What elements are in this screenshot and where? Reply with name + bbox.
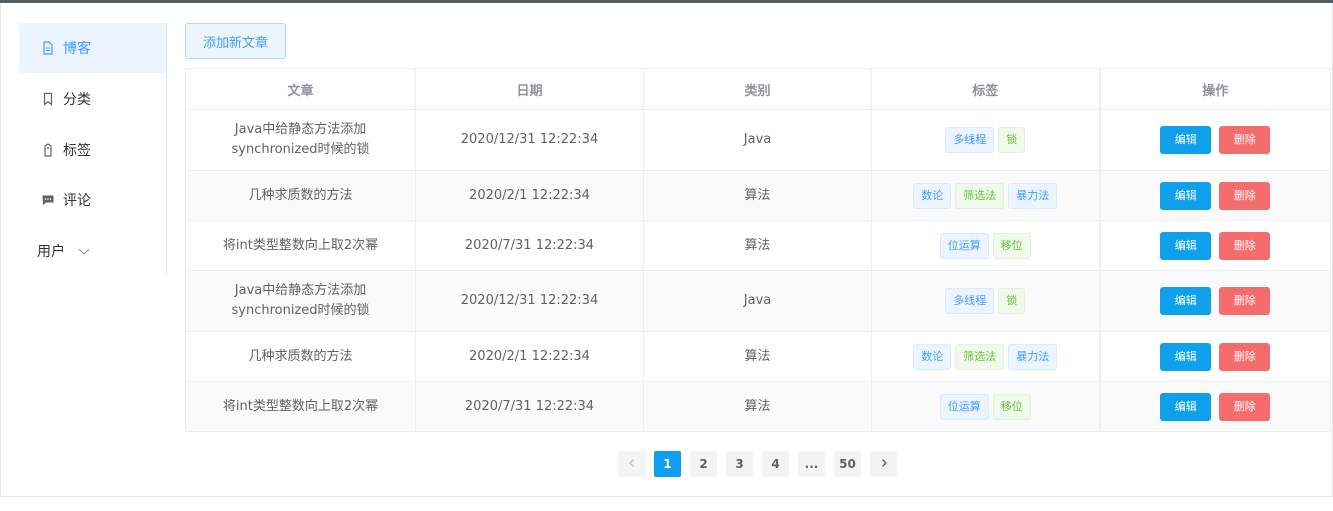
sidebar-item-label: 分类 bbox=[63, 92, 91, 108]
edit-button[interactable]: 编辑 bbox=[1160, 342, 1212, 371]
tag[interactable]: 暴力法 bbox=[1008, 182, 1058, 209]
sidebar: 博客 分类 标签 评论 用户 bbox=[19, 23, 167, 275]
article-tags: 数论 筛选法 暴力法 bbox=[871, 331, 1100, 382]
table-row: Java中给静态方法添加synchronized时候的锁 2020/12/31 … bbox=[185, 270, 1331, 332]
sidebar-item-category[interactable]: 分类 bbox=[19, 74, 166, 124]
tag[interactable]: 筛选法 bbox=[955, 343, 1005, 370]
article-tags: 位运算 移位 bbox=[871, 220, 1100, 271]
pagination: 1 2 3 4 ... 50 bbox=[618, 451, 906, 477]
page-ellipsis-button[interactable]: ... bbox=[798, 451, 825, 477]
article-category: Java bbox=[643, 270, 872, 332]
tag[interactable]: 筛选法 bbox=[955, 182, 1005, 209]
article-actions: 编辑 删除 bbox=[1098, 109, 1331, 171]
delete-button[interactable]: 删除 bbox=[1219, 342, 1271, 371]
column-header-category: 类别 bbox=[643, 68, 872, 110]
article-category: 算法 bbox=[643, 381, 872, 432]
sidebar-item-label: 评论 bbox=[63, 193, 91, 209]
article-tags: 多线程锁 bbox=[871, 270, 1100, 332]
article-actions: 编辑 删除 bbox=[1098, 220, 1331, 271]
chevron-left-icon bbox=[627, 457, 637, 471]
chat-icon bbox=[41, 193, 55, 207]
article-title: 几种求质数的方法 bbox=[185, 331, 416, 382]
tag[interactable]: 多线程 bbox=[945, 127, 995, 153]
tag[interactable]: 暴力法 bbox=[1008, 343, 1058, 370]
sidebar-item-comments[interactable]: 评论 bbox=[19, 175, 166, 225]
article-title: 几种求质数的方法 bbox=[185, 170, 416, 221]
table-row: 几种求质数的方法 2020/2/1 12:22:34 算法 数论 筛选法 暴力法 编… bbox=[185, 331, 1331, 382]
table-row: 将int类型整数向上取2次幂 2020/7/31 12:22:34 算法 位运算… bbox=[185, 220, 1331, 271]
sidebar-item-label: 标签 bbox=[63, 143, 91, 159]
column-header-date: 日期 bbox=[415, 68, 644, 110]
article-date: 2020/7/31 12:22:34 bbox=[415, 220, 644, 271]
tag[interactable]: 移位 bbox=[992, 232, 1031, 259]
edit-button[interactable]: 编辑 bbox=[1160, 181, 1212, 210]
article-actions: 编辑 删除 bbox=[1098, 381, 1331, 432]
article-date: 2020/2/1 12:22:34 bbox=[415, 331, 644, 382]
bookmark-icon bbox=[41, 92, 55, 106]
sidebar-item-label: 用户 bbox=[37, 244, 65, 260]
column-header-title: 文章 bbox=[185, 68, 416, 110]
article-date: 2020/12/31 12:22:34 bbox=[415, 270, 644, 332]
chevron-right-icon bbox=[879, 457, 889, 471]
page-button[interactable]: 50 bbox=[834, 451, 861, 477]
tag[interactable]: 数论 bbox=[913, 182, 952, 209]
page-button[interactable]: 1 bbox=[654, 451, 681, 477]
edit-button[interactable]: 编辑 bbox=[1160, 126, 1212, 154]
page-button[interactable]: 4 bbox=[762, 451, 789, 477]
table-row: 将int类型整数向上取2次幂 2020/7/31 12:22:34 算法 位运算… bbox=[185, 381, 1331, 432]
table-row: 几种求质数的方法 2020/2/1 12:22:34 算法 数论 筛选法 暴力法 编… bbox=[185, 170, 1331, 221]
add-article-button[interactable]: 添加新文章 bbox=[185, 23, 286, 59]
column-header-tags: 标签 bbox=[871, 68, 1100, 110]
price-tag-icon bbox=[41, 143, 55, 157]
article-actions: 编辑 删除 bbox=[1098, 170, 1331, 221]
sidebar-submenu-users[interactable]: 用户 bbox=[19, 226, 166, 276]
delete-button[interactable]: 删除 bbox=[1219, 392, 1271, 421]
article-actions: 编辑 删除 bbox=[1098, 331, 1331, 382]
tag[interactable]: 位运算 bbox=[939, 232, 989, 259]
table-header-row: 文章 日期 类别 标签 操作 bbox=[185, 68, 1331, 110]
prev-page-button[interactable] bbox=[618, 451, 645, 477]
delete-button[interactable]: 删除 bbox=[1219, 126, 1271, 154]
article-title: 将int类型整数向上取2次幂 bbox=[185, 220, 416, 271]
article-title: Java中给静态方法添加synchronized时候的锁 bbox=[185, 270, 416, 332]
sidebar-item-blog[interactable]: 博客 bbox=[19, 23, 166, 73]
delete-button[interactable]: 删除 bbox=[1219, 231, 1271, 260]
article-date: 2020/2/1 12:22:34 bbox=[415, 170, 644, 221]
articles-table: 文章 日期 类别 标签 操作 Java中给静态方法添加synchronized时… bbox=[185, 68, 1331, 432]
chevron-down-icon bbox=[77, 244, 91, 258]
page-button[interactable]: 2 bbox=[690, 451, 717, 477]
tag[interactable]: 锁 bbox=[998, 288, 1026, 314]
article-tags: 多线程锁 bbox=[871, 109, 1100, 171]
next-page-button[interactable] bbox=[870, 451, 897, 477]
article-title: Java中给静态方法添加synchronized时候的锁 bbox=[185, 109, 416, 171]
delete-button[interactable]: 删除 bbox=[1219, 287, 1271, 315]
article-category: 算法 bbox=[643, 331, 872, 382]
edit-button[interactable]: 编辑 bbox=[1160, 231, 1212, 260]
delete-button[interactable]: 删除 bbox=[1219, 181, 1271, 210]
tag[interactable]: 多线程 bbox=[945, 288, 995, 314]
article-category: 算法 bbox=[643, 170, 872, 221]
tag[interactable]: 位运算 bbox=[939, 393, 989, 420]
table-row: Java中给静态方法添加synchronized时候的锁 2020/12/31 … bbox=[185, 109, 1331, 171]
article-category: Java bbox=[643, 109, 872, 171]
article-tags: 位运算 移位 bbox=[871, 381, 1100, 432]
article-category: 算法 bbox=[643, 220, 872, 271]
edit-button[interactable]: 编辑 bbox=[1160, 392, 1212, 421]
article-date: 2020/7/31 12:22:34 bbox=[415, 381, 644, 432]
article-title: 将int类型整数向上取2次幂 bbox=[185, 381, 416, 432]
article-actions: 编辑 删除 bbox=[1098, 270, 1331, 332]
edit-button[interactable]: 编辑 bbox=[1160, 287, 1212, 315]
article-date: 2020/12/31 12:22:34 bbox=[415, 109, 644, 171]
sidebar-item-label: 博客 bbox=[63, 41, 91, 57]
article-tags: 数论 筛选法 暴力法 bbox=[871, 170, 1100, 221]
tag[interactable]: 数论 bbox=[913, 343, 952, 370]
document-icon bbox=[41, 41, 55, 55]
tag[interactable]: 移位 bbox=[992, 393, 1031, 420]
tag[interactable]: 锁 bbox=[998, 127, 1026, 153]
page-button[interactable]: 3 bbox=[726, 451, 753, 477]
sidebar-item-tags[interactable]: 标签 bbox=[19, 125, 166, 175]
column-header-actions: 操作 bbox=[1098, 68, 1331, 110]
